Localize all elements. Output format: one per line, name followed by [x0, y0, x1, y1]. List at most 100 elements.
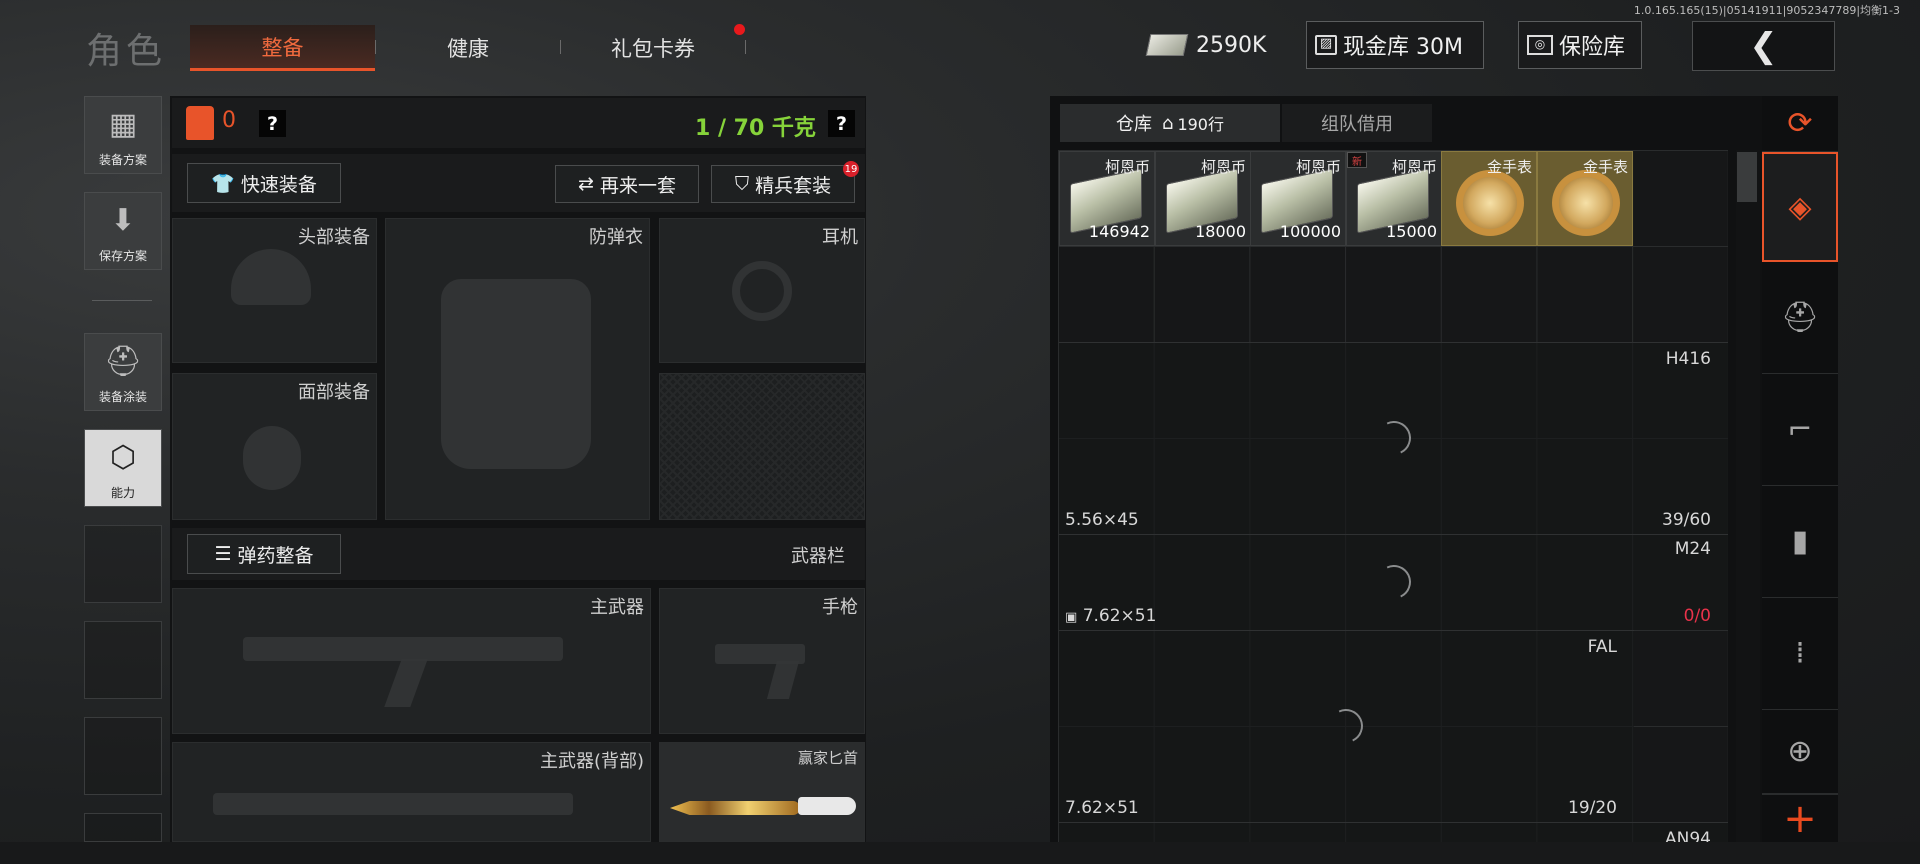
tab-equip[interactable]: 整备: [190, 25, 375, 71]
magazine-silhouette: [384, 659, 428, 707]
pistol-slot[interactable]: 手枪: [659, 588, 865, 734]
mask-silhouette: [243, 426, 301, 490]
gold-watch-item[interactable]: 金手表: [1441, 151, 1537, 246]
add-button[interactable]: +: [1762, 794, 1838, 842]
quick-equip-button[interactable]: 👕 快速装备: [187, 163, 341, 203]
help-button[interactable]: ?: [259, 110, 286, 137]
loading-spinner: [1372, 560, 1416, 604]
sidebar-item-save-plan[interactable]: ⬇ 保存方案: [84, 192, 162, 270]
back-button[interactable]: ❮: [1692, 21, 1835, 71]
vest-count-icon: [186, 106, 214, 140]
safe-icon: ◎: [1527, 35, 1553, 55]
safe-label: 保险库: [1559, 35, 1626, 60]
locked-slot: [659, 373, 865, 520]
elite-badge: 19: [843, 161, 859, 177]
cash-item[interactable]: 柯恩币 146942: [1059, 151, 1155, 246]
sidebar-item-label: 保存方案: [98, 249, 147, 263]
sidebar-empty-slot: [84, 717, 162, 795]
weapon-name: M24: [1674, 539, 1711, 559]
item-name: 金手表: [1582, 158, 1628, 176]
ammo-prep-button[interactable]: ☰ 弹药整备: [187, 534, 341, 574]
cash-item[interactable]: 新 柯恩币 15000: [1346, 151, 1442, 246]
gold-watch-icon: [1456, 170, 1524, 236]
home-icon: ⌂: [1162, 112, 1174, 134]
tab-health-label: 健康: [447, 37, 489, 61]
vest-count: 0: [222, 108, 236, 133]
scope-icon[interactable]: ⊕: [1762, 710, 1838, 794]
weight-help-button[interactable]: ?: [828, 110, 855, 137]
notification-dot: [734, 24, 745, 35]
bullet-icon[interactable]: ⁞: [1762, 598, 1838, 710]
money-value: 2590K: [1196, 32, 1267, 58]
cash-vault-button[interactable]: ▨ 现金库 30M: [1306, 21, 1484, 69]
weapon-ammo: 7.62×51: [1082, 606, 1157, 626]
sidebar-item-label: 能力: [110, 486, 135, 500]
headset-slot[interactable]: 耳机: [659, 218, 865, 363]
tab-gift[interactable]: 礼包卡券: [560, 25, 746, 71]
face-slot-label: 面部装备: [298, 382, 370, 403]
weapon-card-an94[interactable]: AN94: [1059, 822, 1728, 849]
mag-current: 0: [1683, 606, 1695, 626]
weapon-ammo: 7.62×51: [1065, 798, 1139, 818]
weapon-mag: 0/0: [1684, 606, 1711, 626]
helmet-silhouette: [231, 249, 311, 305]
tab-equip-label: 整备: [261, 35, 304, 60]
tab-warehouse[interactable]: 仓库 ⌂ 190行: [1060, 104, 1280, 142]
safe-button[interactable]: ◎ 保险库: [1518, 21, 1642, 69]
bottom-strip: [0, 842, 1920, 864]
warehouse-rows: 190行: [1177, 115, 1224, 134]
tab-team-label: 组队借用: [1321, 114, 1393, 135]
primary-back-slot-label: 主武器(背部): [539, 751, 644, 772]
shirt-icon: 👕: [211, 172, 235, 195]
weapon-card-fal[interactable]: FAL 7.62×51 19/20: [1059, 630, 1634, 822]
new-tag: 新: [1347, 152, 1367, 168]
weapon-bar-label: 武器栏: [791, 546, 845, 567]
scrollbar-thumb[interactable]: [1737, 152, 1757, 202]
tab-gift-label: 礼包卡券: [611, 37, 695, 61]
item-qty: 18000: [1195, 222, 1246, 241]
weight-display: 1 / 70 千克: [695, 116, 816, 141]
loading-spinner: [1324, 704, 1368, 748]
item-qty: 100000: [1279, 222, 1341, 241]
elite-set-button[interactable]: ⛉ 精兵套装: [711, 165, 855, 203]
again-button[interactable]: ⇄ 再来一套: [555, 165, 699, 203]
sidebar-item-equip-plan[interactable]: ▦ 装备方案: [84, 96, 162, 174]
weapon-card-h416[interactable]: H416 5.56×45 39/60: [1059, 342, 1728, 534]
rifle-icon[interactable]: ⌐: [1762, 374, 1838, 486]
gold-watch-item[interactable]: 金手表: [1537, 151, 1633, 246]
tab-health[interactable]: 健康: [375, 25, 561, 71]
sidebar-item-label: 装备涂装: [98, 390, 147, 404]
weapon-card-m24[interactable]: M24 ▣ 7.62×51 0/0: [1059, 534, 1728, 630]
armor-slot[interactable]: 防弹衣: [385, 218, 650, 520]
page-title: 角色: [86, 31, 167, 72]
mag-max: /0: [1694, 606, 1711, 626]
elite-label: 精兵套装: [755, 174, 832, 197]
head-slot[interactable]: 头部装备: [172, 218, 377, 363]
ammo-box-icon: ▣: [1065, 610, 1078, 625]
sidebar-item-ability[interactable]: ⬡ 能力: [84, 429, 162, 507]
weapon-mag: 19/20: [1568, 798, 1617, 818]
layers-icon[interactable]: ◈: [1762, 152, 1838, 262]
cash-item[interactable]: 柯恩币 100000: [1250, 151, 1346, 246]
face-slot[interactable]: 面部装备: [172, 373, 377, 520]
sidebar-item-skin[interactable]: ⛑ 装备涂装: [84, 333, 162, 411]
sidebar-divider: [92, 300, 152, 301]
item-name: 柯恩币: [1391, 158, 1437, 176]
stack-refresh-icon[interactable]: ⟳: [1762, 96, 1838, 152]
loading-spinner: [1372, 416, 1416, 460]
tab-team-borrow[interactable]: 组队借用: [1282, 104, 1432, 142]
download-icon: ⬇: [110, 202, 136, 238]
melee-slot[interactable]: 赢家匕首: [659, 742, 865, 842]
chevron-left-icon: ❮: [1749, 26, 1778, 66]
item-qty: 146942: [1088, 222, 1150, 241]
cash-item[interactable]: 柯恩币 18000: [1155, 151, 1251, 246]
again-label: 再来一套: [599, 174, 676, 197]
helmet-icon[interactable]: ⛑: [1762, 262, 1838, 374]
magazine-icon[interactable]: ▮: [1762, 486, 1838, 598]
rifle-silhouette: [213, 793, 573, 815]
primary-back-slot[interactable]: 主武器(背部): [172, 742, 651, 842]
item-name: 柯恩币: [1104, 158, 1150, 176]
scrollbar[interactable]: [1736, 150, 1760, 864]
primary-weapon-slot[interactable]: 主武器: [172, 588, 651, 734]
vest-silhouette: [441, 279, 591, 469]
